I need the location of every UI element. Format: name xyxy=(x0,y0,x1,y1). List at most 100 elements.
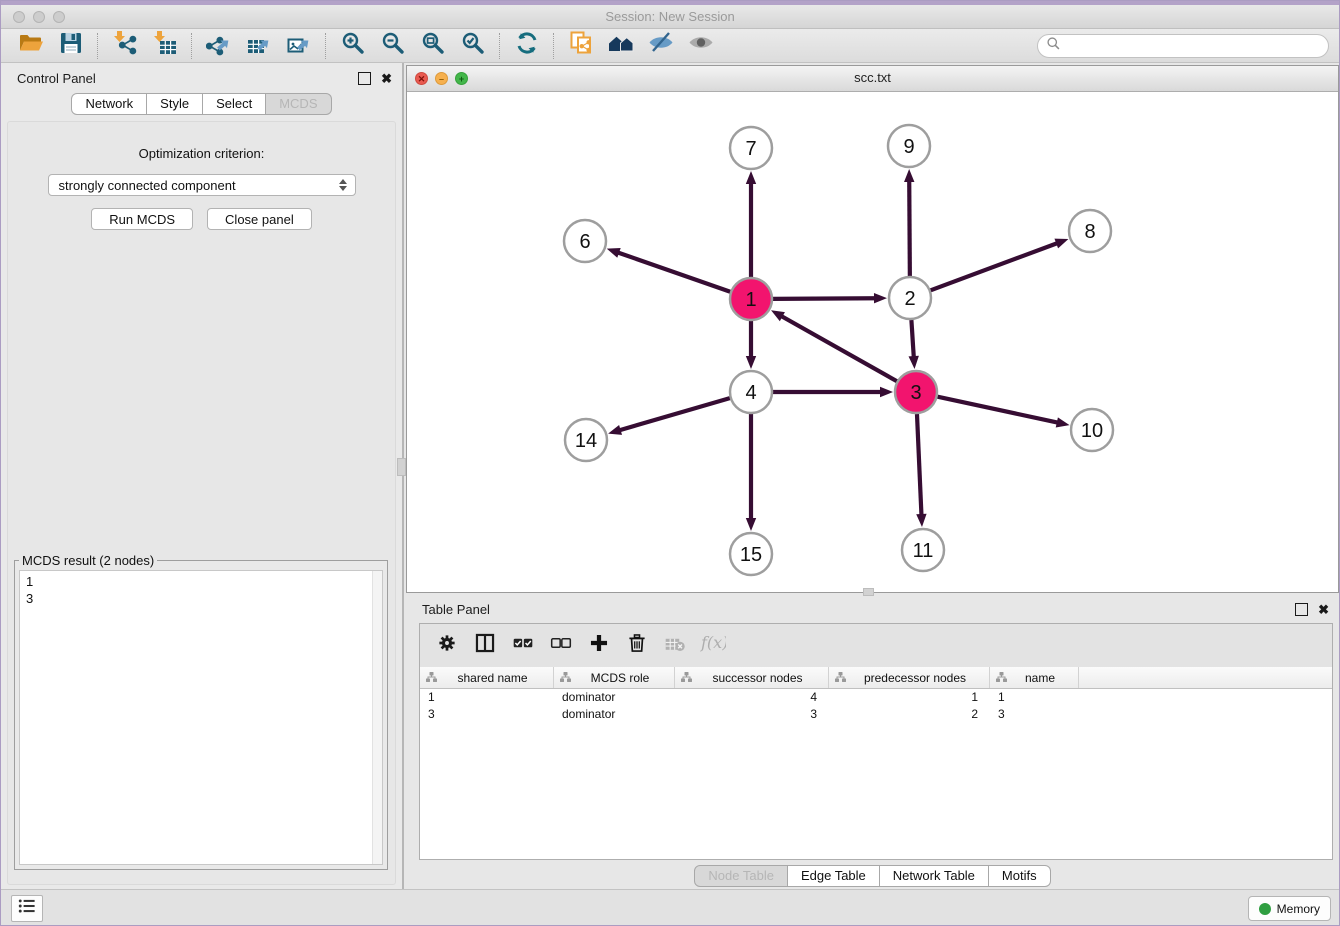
table-tab-node-table[interactable]: Node Table xyxy=(694,865,788,887)
mcds-result-box[interactable]: 1 3 xyxy=(19,570,383,865)
table-row-2[interactable]: 3dominator323 xyxy=(420,706,1332,723)
cell-MCDS-role[interactable]: dominator xyxy=(554,706,675,723)
import-table-button[interactable] xyxy=(145,32,185,60)
float-panel-icon[interactable] xyxy=(358,72,371,85)
network-window: ✕ – + scc.txt 7 9 6 8 1 2 4 3 14 10 15 11 xyxy=(406,65,1339,593)
export-table-button[interactable] xyxy=(239,32,279,60)
cell-shared-name[interactable]: 1 xyxy=(420,689,554,706)
table-tab-network-table[interactable]: Network Table xyxy=(880,865,989,887)
cell-successor-nodes[interactable]: 3 xyxy=(675,706,829,723)
close-panel-icon[interactable]: ✖ xyxy=(381,73,392,84)
export-image-button[interactable] xyxy=(279,32,319,60)
select-all-button[interactable] xyxy=(504,631,542,661)
graph-node-14[interactable]: 14 xyxy=(565,419,607,461)
edge-arrowhead-2-3 xyxy=(909,356,919,369)
result-scrollbar[interactable] xyxy=(372,571,382,864)
criterion-dropdown[interactable]: strongly connected component xyxy=(48,174,356,196)
edge-3-1[interactable] xyxy=(781,316,897,382)
window-titlebar: Session: New Session xyxy=(1,1,1339,29)
memory-label: Memory xyxy=(1277,902,1320,916)
import-network-button[interactable] xyxy=(105,32,145,60)
tab-style[interactable]: Style xyxy=(147,93,203,115)
table-row-1[interactable]: 1dominator411 xyxy=(420,689,1332,706)
duplicate-network-button[interactable] xyxy=(561,32,601,60)
column-header-name[interactable]: name xyxy=(990,667,1079,688)
cell-MCDS-role[interactable]: dominator xyxy=(554,689,675,706)
edge-2-3[interactable] xyxy=(911,320,913,358)
column-header-MCDS-role[interactable]: MCDS role xyxy=(554,667,675,688)
edge-3-11[interactable] xyxy=(917,414,922,516)
graph-node-1[interactable]: 1 xyxy=(730,278,772,320)
mcds-result-title: MCDS result (2 nodes) xyxy=(19,553,157,568)
node-label-11: 11 xyxy=(913,540,934,562)
home-view-button[interactable] xyxy=(601,32,641,60)
network-canvas[interactable]: 7 9 6 8 1 2 4 3 14 10 15 11 xyxy=(407,91,1338,592)
cell-shared-name[interactable]: 3 xyxy=(420,706,554,723)
zoom-selected-button[interactable] xyxy=(453,32,493,60)
control-panel-title: Control Panel xyxy=(17,71,96,86)
column-header-predecessor-nodes[interactable]: predecessor nodes xyxy=(829,667,990,688)
horizontal-splitter-handle[interactable] xyxy=(863,588,874,596)
vertical-splitter-handle[interactable] xyxy=(397,458,406,476)
close-table-panel-icon[interactable]: ✖ xyxy=(1318,604,1329,615)
edge-arrowhead-1-7 xyxy=(746,171,756,184)
cell-name[interactable]: 3 xyxy=(990,706,1079,723)
table-tab-motifs[interactable]: Motifs xyxy=(989,865,1051,887)
settings-gear-button[interactable] xyxy=(428,631,466,661)
deselect-all-icon xyxy=(550,632,572,659)
graph-node-4[interactable]: 4 xyxy=(730,371,772,413)
edge-4-14[interactable] xyxy=(619,398,730,430)
split-panel-button[interactable] xyxy=(466,631,504,661)
edge-3-10[interactable] xyxy=(938,397,1059,423)
run-mcds-button[interactable]: Run MCDS xyxy=(91,208,193,230)
graph-node-9[interactable]: 9 xyxy=(888,125,930,167)
task-history-button[interactable] xyxy=(11,895,43,922)
graph-node-3[interactable]: 3 xyxy=(895,371,937,413)
network-window-titlebar[interactable]: ✕ – + scc.txt xyxy=(407,66,1338,92)
zoom-out-button[interactable] xyxy=(373,32,413,60)
toggle-visibility-button[interactable] xyxy=(641,32,681,60)
export-network-button[interactable] xyxy=(199,32,239,60)
memory-button[interactable]: Memory xyxy=(1248,896,1331,921)
row-filler xyxy=(1079,689,1332,706)
open-session-button[interactable] xyxy=(11,32,51,60)
add-row-button[interactable] xyxy=(580,631,618,661)
search-input[interactable] xyxy=(1065,37,1320,54)
table-panel-header: Table Panel ✖ xyxy=(406,594,1339,624)
float-table-panel-icon[interactable] xyxy=(1295,603,1308,616)
graph-node-10[interactable]: 10 xyxy=(1071,409,1113,451)
column-header-shared-name[interactable]: shared name xyxy=(420,667,554,688)
delete-row-button[interactable] xyxy=(618,631,656,661)
node-label-3: 3 xyxy=(910,382,921,404)
toolbar-separator xyxy=(499,33,501,59)
graph-node-7[interactable]: 7 xyxy=(730,127,772,169)
graph-node-6[interactable]: 6 xyxy=(564,220,606,262)
search-field[interactable] xyxy=(1037,34,1329,58)
tab-mcds[interactable]: MCDS xyxy=(266,93,331,115)
column-header-successor-nodes[interactable]: successor nodes xyxy=(675,667,829,688)
edge-2-9[interactable] xyxy=(909,180,910,276)
graph-node-2[interactable]: 2 xyxy=(889,277,931,319)
close-panel-button[interactable]: Close panel xyxy=(207,208,312,230)
tab-select[interactable]: Select xyxy=(203,93,266,115)
graph-node-8[interactable]: 8 xyxy=(1069,210,1111,252)
cell-predecessor-nodes[interactable]: 2 xyxy=(829,706,990,723)
cell-name[interactable]: 1 xyxy=(990,689,1079,706)
cell-successor-nodes[interactable]: 4 xyxy=(675,689,829,706)
edge-2-8[interactable] xyxy=(931,243,1059,290)
edge-1-2[interactable] xyxy=(773,298,876,299)
deselect-all-button[interactable] xyxy=(542,631,580,661)
refresh-view-button[interactable] xyxy=(507,32,547,60)
graph-node-15[interactable]: 15 xyxy=(730,533,772,575)
sort-tree-icon xyxy=(680,671,693,684)
save-session-button[interactable] xyxy=(51,32,91,60)
edge-1-6[interactable] xyxy=(617,252,730,292)
delete-row-icon xyxy=(626,632,648,659)
mcds-result-text: 1 3 xyxy=(20,571,382,607)
table-tab-edge-table[interactable]: Edge Table xyxy=(788,865,880,887)
tab-network[interactable]: Network xyxy=(71,93,147,115)
zoom-fit-button[interactable] xyxy=(413,32,453,60)
graph-node-11[interactable]: 11 xyxy=(902,529,944,571)
zoom-in-button[interactable] xyxy=(333,32,373,60)
cell-predecessor-nodes[interactable]: 1 xyxy=(829,689,990,706)
